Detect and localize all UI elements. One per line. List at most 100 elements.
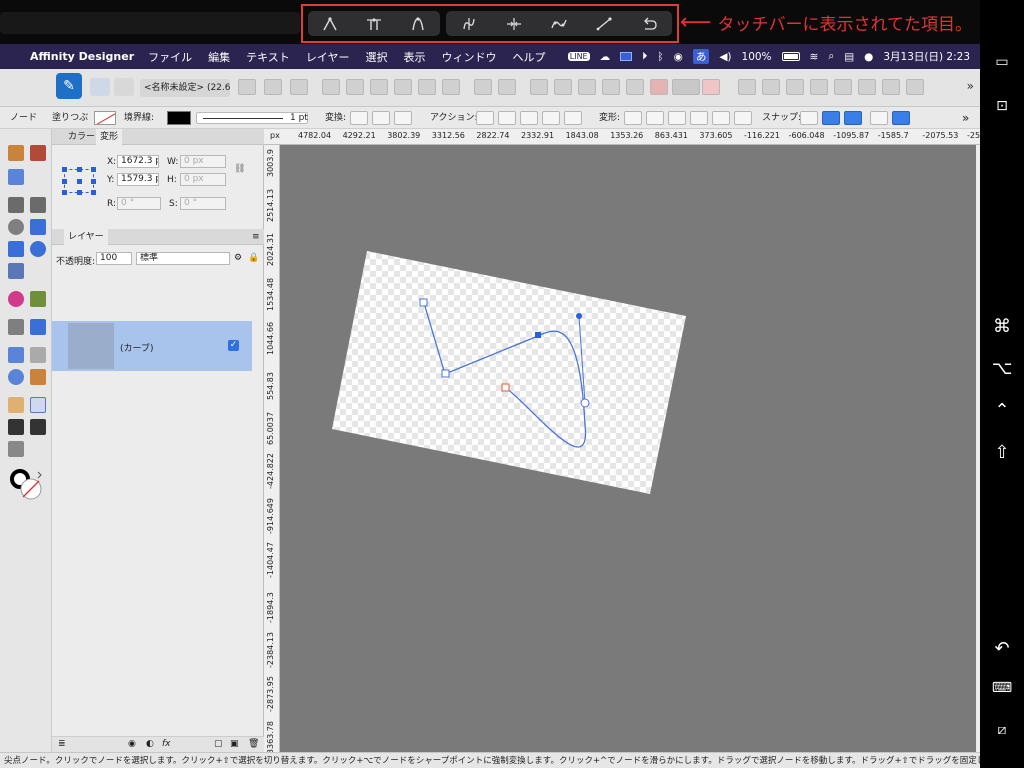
w-field[interactable]: 0 px — [180, 155, 226, 168]
menu-help[interactable]: ヘルプ — [512, 49, 545, 65]
menu-layer[interactable]: レイヤー — [306, 49, 350, 65]
curve-node-selected[interactable] — [535, 332, 541, 338]
snap-button-4[interactable] — [870, 111, 888, 125]
smart-node-icon[interactable] — [404, 14, 432, 34]
artboard[interactable] — [332, 251, 686, 494]
transparency-tool-icon[interactable] — [30, 219, 46, 235]
smooth-curve-icon[interactable] — [590, 14, 618, 34]
layer-visibility-checkbox[interactable]: ✓ — [228, 340, 239, 351]
menu-clock[interactable]: 3月13日(日) 2:23 — [883, 49, 970, 64]
color-swatch-icon[interactable] — [10, 469, 44, 503]
export-persona-icon[interactable] — [114, 78, 134, 96]
toolbar-overflow-icon[interactable]: » — [967, 79, 974, 93]
insert-icon[interactable] — [290, 79, 308, 95]
screen-record-icon[interactable]: ◉ — [674, 51, 683, 63]
crop-tool-icon[interactable] — [8, 319, 24, 335]
boolean-intersect-icon[interactable] — [578, 79, 596, 95]
text-tool-icon[interactable] — [30, 347, 46, 363]
transform-mode-button-2[interactable] — [646, 111, 664, 125]
canvas[interactable] — [280, 145, 976, 752]
action-close-button[interactable] — [564, 111, 582, 125]
sidecar-display-icon[interactable] — [620, 52, 633, 61]
anchor-point-icon[interactable] — [62, 190, 67, 195]
snapping-grid-icon[interactable] — [650, 79, 668, 95]
break-curve-icon[interactable] — [455, 14, 483, 34]
snap-button-3[interactable] — [844, 111, 862, 125]
layer-lock-icon[interactable]: 🔒 — [248, 253, 259, 263]
rotation-field[interactable]: 0 ° — [117, 197, 161, 210]
convert-smooth-button[interactable] — [372, 111, 390, 125]
rotate-right-icon[interactable] — [810, 79, 828, 95]
anchor-point-icon[interactable] — [77, 167, 82, 172]
snapping-magnet-icon[interactable] — [702, 79, 720, 95]
layer-stack-icon[interactable]: ≣ — [58, 739, 66, 749]
siri-icon[interactable]: ● — [864, 51, 873, 63]
snap-button-1[interactable] — [800, 111, 818, 125]
action-join-button[interactable] — [498, 111, 516, 125]
assistant-icon[interactable] — [834, 79, 852, 95]
join-curves-icon[interactable] — [500, 14, 528, 34]
move-forward-icon[interactable] — [858, 79, 876, 95]
convert-smart-button[interactable] — [394, 111, 412, 125]
adjustment-icon[interactable]: ◐ — [146, 739, 154, 749]
volume-icon[interactable]: ◀) — [719, 51, 731, 63]
fill-swatch[interactable] — [94, 111, 116, 125]
image-tool-icon[interactable] — [30, 319, 46, 335]
control-center-icon[interactable]: ▤ — [844, 51, 854, 63]
spotlight-icon[interactable]: ⌕ — [828, 50, 834, 63]
boolean-divide-icon[interactable] — [626, 79, 644, 95]
convert-sharp-button[interactable] — [350, 111, 368, 125]
menu-window[interactable]: ウィンドウ — [441, 49, 496, 65]
view-mode-icon[interactable] — [238, 79, 256, 95]
menu-edit[interactable]: 編集 — [208, 49, 230, 65]
align-middle-icon[interactable] — [418, 79, 436, 95]
transform-mode-button-1[interactable] — [624, 111, 642, 125]
boolean-subtract-icon[interactable] — [554, 79, 572, 95]
pixel-persona-icon[interactable] — [90, 78, 110, 96]
x-field[interactable]: 1672.3 px — [117, 155, 159, 168]
flip-vertical-icon[interactable] — [762, 79, 780, 95]
arrange-icon[interactable] — [264, 79, 282, 95]
transform-mode-button-3[interactable] — [668, 111, 686, 125]
battery-icon[interactable] — [781, 52, 800, 61]
tab-color[interactable]: カラー — [64, 129, 99, 145]
reverse-curve-icon[interactable] — [545, 14, 573, 34]
trash-icon[interactable]: 🗑 — [248, 739, 259, 749]
flip-horizontal-icon[interactable] — [738, 79, 756, 95]
rotate-left-icon[interactable] — [786, 79, 804, 95]
curve-node-smooth[interactable] — [580, 398, 590, 408]
smooth-node-icon[interactable] — [360, 14, 388, 34]
app-menu[interactable]: Affinity Designer — [30, 50, 134, 63]
mask-icon[interactable]: ◉ — [128, 739, 136, 749]
designer-persona-icon[interactable]: ✎ — [56, 73, 82, 99]
artboard-tool-icon[interactable] — [8, 347, 24, 363]
layer-row[interactable]: (カーブ) ✓ — [52, 321, 252, 371]
pencil-tool-icon[interactable] — [8, 145, 24, 161]
curve-node[interactable] — [441, 369, 450, 378]
anchor-selector[interactable] — [62, 167, 96, 195]
menu-view[interactable]: 表示 — [403, 49, 425, 65]
anchor-point-icon[interactable] — [62, 179, 67, 184]
anchor-point-icon[interactable] — [91, 190, 96, 195]
move-tool-icon[interactable] — [8, 419, 24, 435]
keyboard-icon[interactable]: ⌨ — [980, 680, 1024, 696]
pen-tool-icon[interactable] — [8, 197, 24, 213]
undo-icon[interactable]: ↶ — [980, 638, 1024, 659]
sharp-node-icon[interactable] — [316, 14, 344, 34]
line-icon[interactable]: LINE — [567, 52, 590, 61]
anchor-point-icon[interactable] — [91, 179, 96, 184]
bluetooth-icon[interactable]: ᛒ — [657, 51, 663, 63]
menu-file[interactable]: ファイル — [148, 49, 192, 65]
command-key-icon[interactable]: ⌘ — [980, 316, 1024, 337]
paint-brush-tool-icon[interactable] — [30, 145, 46, 161]
node-tool-alt-icon[interactable] — [30, 197, 46, 213]
action-smooth-button[interactable] — [542, 111, 560, 125]
anchor-point-icon[interactable] — [77, 190, 82, 195]
context-overflow-icon[interactable]: » — [962, 107, 969, 129]
cloud-icon[interactable]: ☁ — [600, 51, 611, 63]
align-center-icon[interactable] — [346, 79, 364, 95]
align-left-icon[interactable] — [322, 79, 340, 95]
transform-mode-button-6[interactable] — [734, 111, 752, 125]
close-curve-icon[interactable] — [635, 14, 663, 34]
move-back-icon[interactable] — [882, 79, 900, 95]
